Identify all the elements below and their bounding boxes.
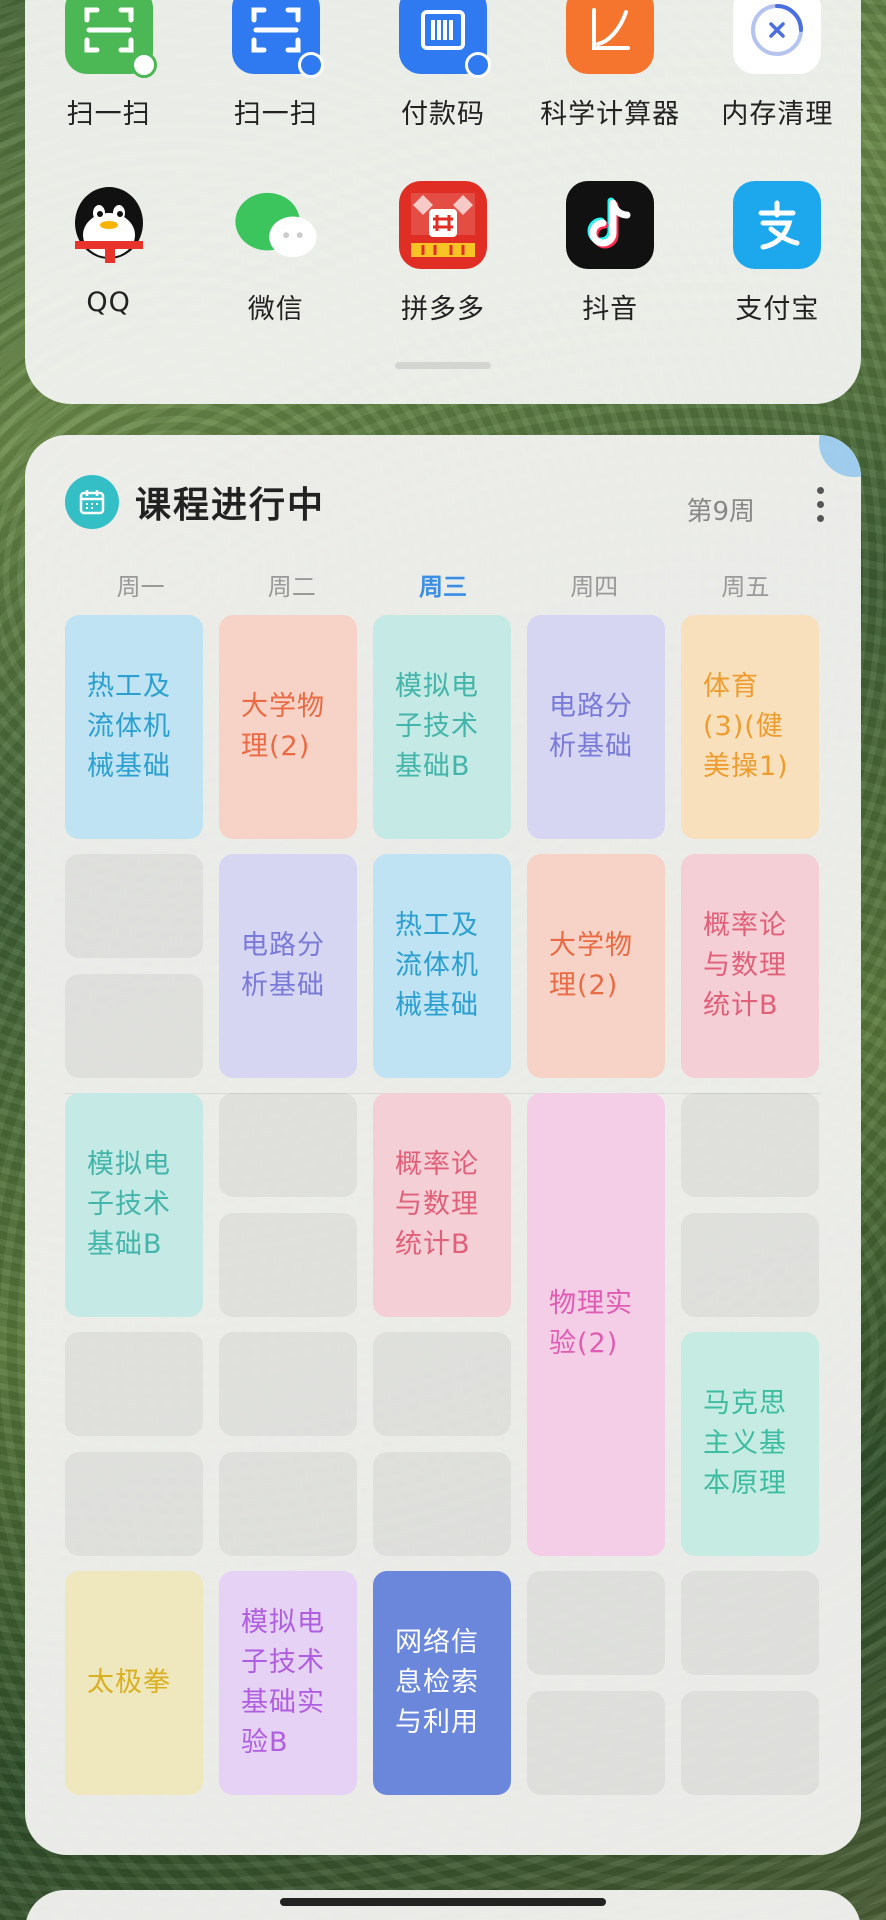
empty-slot bbox=[681, 1571, 819, 1675]
payment-code-icon bbox=[398, 0, 491, 78]
app-label: QQ bbox=[86, 287, 131, 318]
course-name: 物理实验(2) bbox=[549, 1288, 633, 1360]
course-name: 热工及流体机械基础 bbox=[87, 670, 171, 782]
course-name: 体育(3)(健美操1) bbox=[703, 670, 789, 782]
course-name: 太极拳 bbox=[87, 1666, 171, 1698]
empty-slot bbox=[527, 1690, 665, 1795]
course-name: 网络信息检索与利用 bbox=[395, 1626, 479, 1738]
empty-slot bbox=[219, 1332, 357, 1436]
course-name: 大学物理(2) bbox=[549, 929, 633, 1001]
app-grid: 扫一扫 扫一扫 付款码 科学计算器 内存清理 QQ 微信 拼多多 抖音 支付宝 bbox=[25, 0, 861, 326]
course-schedule-widget[interactable]: 课程进行中 第9周 周一 周二 周三 周四 周五 热工及流体机械基础 大学物理(2… bbox=[25, 435, 861, 1855]
course-block[interactable]: 热工及流体机械基础 bbox=[373, 854, 511, 1078]
app-label: 拼多多 bbox=[400, 294, 485, 325]
course-name: 模拟电子技术基础B bbox=[395, 670, 479, 782]
weekday-label: 周二 bbox=[267, 573, 316, 601]
empty-slot bbox=[219, 1212, 357, 1317]
memory-clean-icon bbox=[733, 0, 822, 74]
course-block[interactable]: 电路分析基础 bbox=[219, 854, 357, 1078]
course-block[interactable]: 大学物理(2) bbox=[219, 615, 357, 839]
app-label: 扫一扫 bbox=[66, 99, 151, 130]
app-label: 付款码 bbox=[400, 99, 485, 130]
app-pinduoduo[interactable]: 拼多多 bbox=[359, 181, 526, 326]
course-block[interactable]: 大学物理(2) bbox=[527, 854, 665, 1078]
app-label: 内存清理 bbox=[721, 99, 834, 130]
course-block[interactable]: 模拟电子技术基础B bbox=[65, 1093, 203, 1317]
app-shortcut-panel: 扫一扫 扫一扫 付款码 科学计算器 内存清理 QQ 微信 拼多多 抖音 支付宝 bbox=[25, 0, 861, 404]
course-name: 热工及流体机械基础 bbox=[395, 909, 479, 1021]
course-block[interactable]: 太极拳 bbox=[65, 1571, 203, 1795]
wechat-scan-icon bbox=[64, 0, 157, 78]
course-block[interactable]: 电路分析基础 bbox=[527, 615, 665, 839]
course-block[interactable]: 热工及流体机械基础 bbox=[65, 615, 203, 839]
weekday-header: 周一 周二 周三 周四 周五 bbox=[65, 567, 821, 602]
app-label: 支付宝 bbox=[735, 294, 820, 325]
empty-slot bbox=[681, 1690, 819, 1795]
course-name: 概率论与数理统计B bbox=[395, 1148, 479, 1260]
douyin-icon bbox=[566, 181, 655, 269]
alipay-scan-icon bbox=[231, 0, 324, 78]
app-label: 抖音 bbox=[582, 294, 639, 325]
panel-drag-handle[interactable] bbox=[395, 362, 491, 369]
weekday-label: 周一 bbox=[116, 573, 165, 601]
week-number: 第9周 bbox=[686, 497, 755, 527]
empty-slot bbox=[219, 1451, 357, 1556]
app-qq[interactable]: QQ bbox=[25, 181, 192, 326]
calculator-icon bbox=[566, 0, 655, 74]
course-block[interactable]: 概率论与数理统计B bbox=[373, 1093, 511, 1317]
course-name: 概率论与数理统计B bbox=[703, 909, 787, 1021]
more-options-icon[interactable] bbox=[815, 487, 825, 527]
app-wechat-scan[interactable]: 扫一扫 bbox=[25, 0, 192, 131]
empty-slot bbox=[373, 1332, 511, 1436]
empty-slot bbox=[681, 1093, 819, 1197]
calendar-icon bbox=[65, 475, 119, 529]
empty-slot bbox=[681, 1212, 819, 1317]
course-block[interactable]: 网络信息检索与利用 bbox=[373, 1571, 511, 1795]
empty-slot bbox=[65, 1451, 203, 1556]
weekday-label: 周四 bbox=[570, 573, 619, 601]
corner-accent bbox=[819, 435, 861, 477]
home-indicator[interactable] bbox=[280, 1898, 606, 1906]
app-wechat[interactable]: 微信 bbox=[192, 181, 359, 326]
pinduoduo-icon bbox=[398, 181, 487, 269]
course-block[interactable]: 模拟电子技术基础B bbox=[373, 615, 511, 839]
course-block[interactable]: 模拟电子技术基础实验B bbox=[219, 1571, 357, 1795]
weekday-label: 周五 bbox=[721, 573, 770, 601]
course-block[interactable]: 物理实验(2) bbox=[527, 1093, 665, 1556]
empty-slot bbox=[219, 1093, 357, 1197]
empty-slot bbox=[65, 854, 203, 958]
alipay-icon bbox=[733, 181, 822, 269]
empty-slot bbox=[527, 1571, 665, 1675]
course-name: 模拟电子技术基础B bbox=[87, 1148, 171, 1260]
app-label: 科学计算器 bbox=[540, 99, 681, 130]
widget-title: 课程进行中 bbox=[135, 485, 326, 526]
app-memory-clean[interactable]: 内存清理 bbox=[694, 0, 861, 131]
wechat-icon bbox=[232, 181, 320, 269]
course-name: 电路分析基础 bbox=[241, 929, 325, 1001]
course-name: 马克思主义基本原理 bbox=[703, 1387, 787, 1499]
widget-header: 课程进行中 bbox=[65, 475, 325, 529]
qq-icon bbox=[65, 181, 153, 269]
app-label: 扫一扫 bbox=[233, 99, 318, 130]
course-block[interactable]: 概率论与数理统计B bbox=[681, 854, 819, 1078]
app-alipay-scan[interactable]: 扫一扫 bbox=[192, 0, 359, 131]
weekday-label-today: 周三 bbox=[418, 573, 467, 601]
course-name: 电路分析基础 bbox=[549, 690, 633, 762]
course-name: 模拟电子技术基础实验B bbox=[241, 1606, 325, 1758]
app-alipay[interactable]: 支付宝 bbox=[694, 181, 861, 326]
empty-slot bbox=[373, 1451, 511, 1556]
course-name: 大学物理(2) bbox=[241, 690, 325, 762]
app-douyin[interactable]: 抖音 bbox=[527, 181, 694, 326]
empty-slot bbox=[65, 1332, 203, 1436]
app-payment-code[interactable]: 付款码 bbox=[359, 0, 526, 131]
course-block[interactable]: 马克思主义基本原理 bbox=[681, 1332, 819, 1556]
app-label: 微信 bbox=[247, 294, 304, 325]
app-calculator[interactable]: 科学计算器 bbox=[527, 0, 694, 131]
empty-slot bbox=[65, 973, 203, 1078]
course-block[interactable]: 体育(3)(健美操1) bbox=[681, 615, 819, 839]
